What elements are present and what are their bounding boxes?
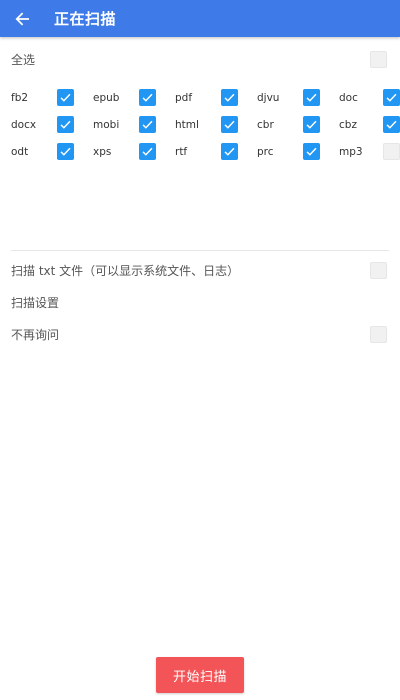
scan-txt-label: 扫描 txt 文件（可以显示系统文件、日志） bbox=[11, 263, 240, 278]
format-option-cbr[interactable]: cbr bbox=[246, 116, 328, 133]
check-icon bbox=[224, 147, 235, 156]
format-option-docx[interactable]: docx bbox=[0, 116, 82, 133]
check-icon bbox=[306, 120, 317, 129]
format-checkbox-mobi[interactable] bbox=[139, 116, 156, 133]
format-option-odt[interactable]: odt bbox=[0, 143, 82, 160]
check-icon bbox=[142, 93, 153, 102]
format-option-html[interactable]: html bbox=[164, 116, 246, 133]
dont-ask-label: 不再询问 bbox=[11, 327, 60, 342]
format-checkbox-odt[interactable] bbox=[57, 143, 74, 160]
divider bbox=[11, 250, 389, 251]
format-checkbox-xps[interactable] bbox=[139, 143, 156, 160]
format-checkbox-fb2[interactable] bbox=[57, 89, 74, 106]
check-icon bbox=[142, 120, 153, 129]
select-all-label: 全选 bbox=[11, 52, 36, 67]
scan-settings-label: 扫描设置 bbox=[11, 295, 60, 310]
format-label: pdf bbox=[175, 91, 193, 104]
format-option-prc[interactable]: prc bbox=[246, 143, 328, 160]
select-all-checkbox[interactable] bbox=[370, 50, 387, 68]
arrow-left-icon bbox=[15, 12, 29, 25]
format-label: rtf bbox=[175, 145, 188, 158]
format-row: fb2 epub pdf djvu doc bbox=[0, 84, 400, 111]
dont-ask-row[interactable]: 不再询问 bbox=[0, 319, 400, 349]
format-label: html bbox=[175, 118, 199, 131]
check-icon bbox=[142, 147, 153, 156]
format-checkbox-pdf[interactable] bbox=[221, 89, 238, 106]
format-checkbox-cbz[interactable] bbox=[383, 116, 400, 133]
page-title: 正在扫描 bbox=[54, 10, 117, 28]
check-icon bbox=[60, 93, 71, 102]
format-checkbox-doc[interactable] bbox=[383, 89, 400, 106]
format-label: djvu bbox=[257, 91, 280, 104]
format-row: docx mobi html cbr cbz bbox=[0, 111, 400, 138]
check-icon bbox=[224, 93, 235, 102]
format-checkbox-epub[interactable] bbox=[139, 89, 156, 106]
format-checkbox-cbr[interactable] bbox=[303, 116, 320, 133]
format-grid: fb2 epub pdf djvu doc docx mobi html cbr cbz odt xp… bbox=[0, 84, 400, 165]
scan-settings-row: 扫描设置 bbox=[0, 287, 400, 317]
check-icon bbox=[386, 93, 397, 102]
format-checkbox-prc[interactable] bbox=[303, 143, 320, 160]
format-label: mobi bbox=[93, 118, 120, 131]
format-label: cbr bbox=[257, 118, 274, 131]
format-option-epub[interactable]: epub bbox=[82, 89, 164, 106]
top-app-bar: 正在扫描 bbox=[0, 0, 400, 37]
format-option-pdf[interactable]: pdf bbox=[164, 89, 246, 106]
format-option-mobi[interactable]: mobi bbox=[82, 116, 164, 133]
format-checkbox-djvu[interactable] bbox=[303, 89, 320, 106]
format-option-fb2[interactable]: fb2 bbox=[0, 89, 82, 106]
check-icon bbox=[60, 147, 71, 156]
check-icon bbox=[224, 120, 235, 129]
format-checkbox-html[interactable] bbox=[221, 116, 238, 133]
format-label: epub bbox=[93, 91, 120, 104]
format-label: mp3 bbox=[339, 145, 363, 158]
format-label: prc bbox=[257, 145, 274, 158]
format-option-cbz[interactable]: cbz bbox=[328, 116, 400, 133]
format-label: cbz bbox=[339, 118, 357, 131]
format-option-rtf[interactable]: rtf bbox=[164, 143, 246, 160]
start-scan-button[interactable]: 开始扫描 bbox=[156, 657, 244, 693]
check-icon bbox=[386, 120, 397, 129]
format-option-mp3[interactable]: mp3 bbox=[328, 143, 400, 160]
format-label: docx bbox=[11, 118, 37, 131]
scan-txt-row[interactable]: 扫描 txt 文件（可以显示系统文件、日志） bbox=[0, 255, 400, 285]
format-checkbox-docx[interactable] bbox=[57, 116, 74, 133]
format-label: odt bbox=[11, 145, 29, 158]
check-icon bbox=[60, 120, 71, 129]
format-option-xps[interactable]: xps bbox=[82, 143, 164, 160]
format-option-djvu[interactable]: djvu bbox=[246, 89, 328, 106]
select-all-row[interactable]: 全选 bbox=[0, 44, 400, 74]
format-option-doc[interactable]: doc bbox=[328, 89, 400, 106]
check-icon bbox=[306, 93, 317, 102]
dont-ask-checkbox[interactable] bbox=[370, 325, 387, 343]
format-row: odt xps rtf prc mp3 bbox=[0, 138, 400, 165]
format-checkbox-rtf[interactable] bbox=[221, 143, 238, 160]
format-label: fb2 bbox=[11, 91, 29, 104]
format-label: doc bbox=[339, 91, 358, 104]
scan-txt-checkbox[interactable] bbox=[370, 261, 387, 279]
format-checkbox-mp3[interactable] bbox=[383, 143, 400, 160]
scan-screen: 正在扫描 全选 fb2 epub pdf djvu doc docx mobi html cbr… bbox=[0, 0, 400, 700]
format-label: xps bbox=[93, 145, 112, 158]
back-button[interactable] bbox=[0, 0, 44, 37]
check-icon bbox=[306, 147, 317, 156]
